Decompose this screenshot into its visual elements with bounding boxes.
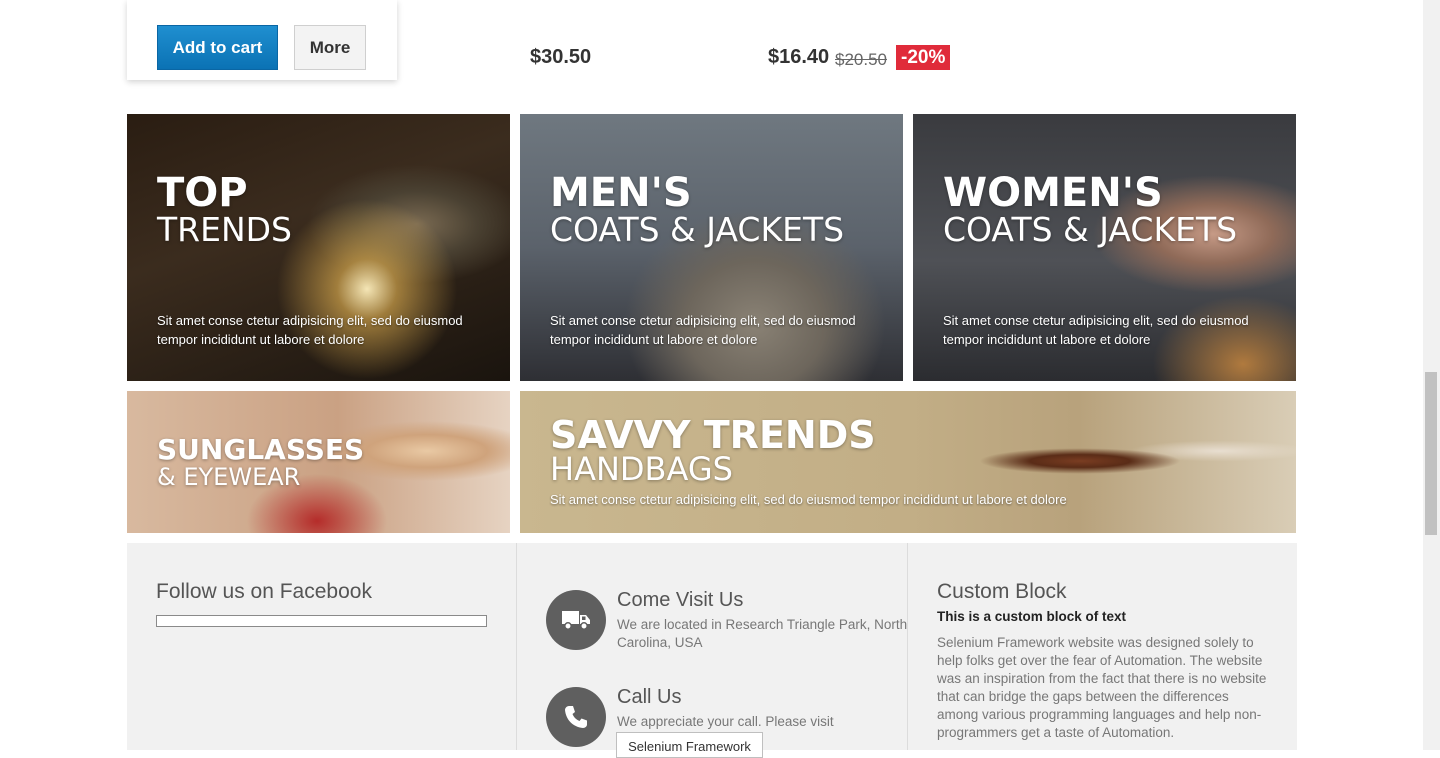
footer-divider: [516, 543, 517, 750]
product-old-price: $20.50: [835, 50, 887, 69]
banner-description: Sit amet conse ctetur adipisicing elit, …: [550, 313, 856, 347]
scrollbar-thumb[interactable]: [1425, 372, 1437, 535]
visit-heading: Come Visit Us: [617, 589, 744, 611]
add-to-cart-button[interactable]: Add to cart: [157, 25, 278, 70]
banner-subtitle: TRENDS: [157, 210, 292, 249]
product-sale-price: $16.40: [768, 46, 830, 68]
banner-title: SUNGLASSES: [157, 433, 365, 466]
facebook-heading: Follow us on Facebook: [156, 580, 372, 603]
truck-icon: [546, 590, 606, 650]
call-heading: Call Us: [617, 686, 682, 708]
footer-divider: [907, 543, 908, 750]
custom-block-heading: Custom Block: [937, 580, 1067, 603]
banner-description: Sit amet conse ctetur adipisicing elit, …: [550, 492, 1067, 507]
phone-icon: [546, 687, 606, 747]
banner-subtitle: & EYEWEAR: [157, 463, 301, 491]
custom-block-subtitle: This is a custom block of text: [937, 609, 1127, 624]
product-price: $30.50: [530, 46, 592, 68]
banner-womens-coats[interactable]: WOMEN'S COATS & JACKETS Sit amet conse c…: [913, 114, 1296, 381]
banner-savvy-trends[interactable]: SAVVY TRENDS HANDBAGS Sit amet conse cte…: [520, 391, 1296, 533]
banner-description: Sit amet conse ctetur adipisicing elit, …: [157, 313, 463, 347]
more-button[interactable]: More: [294, 25, 366, 70]
banner-subtitle: COATS & JACKETS: [550, 210, 845, 249]
banner-description: Sit amet conse ctetur adipisicing elit, …: [943, 313, 1249, 347]
banner-subtitle: COATS & JACKETS: [943, 210, 1238, 249]
call-text: We appreciate your call. Please visit: [617, 714, 834, 729]
discount-badge: -20%: [896, 45, 951, 70]
visit-address: We are located in Research Triangle Park…: [617, 617, 908, 650]
custom-block-text: Selenium Framework website was designed …: [937, 635, 1267, 740]
banner-top-trends[interactable]: TOP TRENDS Sit amet conse ctetur adipisi…: [127, 114, 510, 381]
selenium-framework-button[interactable]: Selenium Framework: [616, 732, 763, 758]
banner-mens-coats[interactable]: MEN'S COATS & JACKETS Sit amet conse cte…: [520, 114, 903, 381]
banner-subtitle: HANDBAGS: [550, 450, 733, 488]
banner-sunglasses[interactable]: SUNGLASSES & EYEWEAR: [127, 391, 510, 533]
facebook-widget[interactable]: [156, 615, 487, 627]
